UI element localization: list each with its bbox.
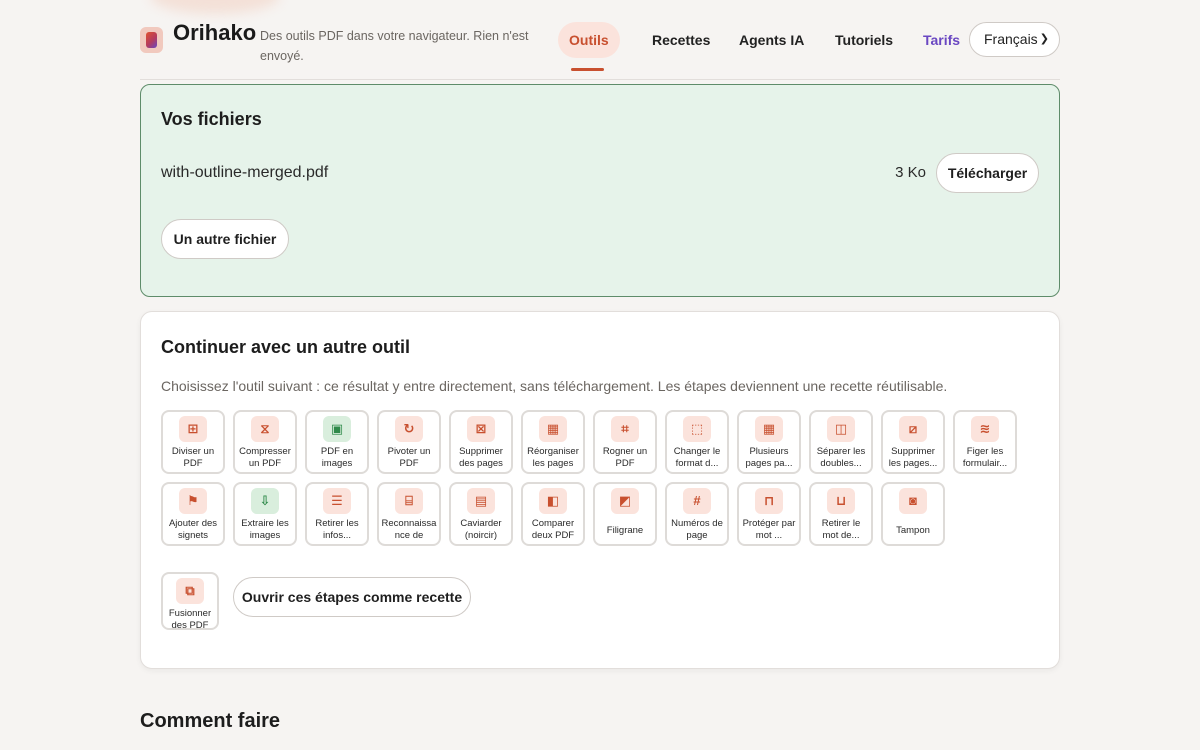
tool-tile[interactable]: # Numéros de page bbox=[665, 482, 729, 546]
tool-label: Réorganiser les pages bbox=[527, 446, 579, 469]
tool-tile[interactable]: ⊔ Retirer le mot de... bbox=[809, 482, 873, 546]
tool-tile[interactable]: ⇩ Extraire les images bbox=[233, 482, 297, 546]
files-panel: Vos fichiers with-outline-merged.pdf 3 K… bbox=[140, 84, 1060, 297]
resize-icon: ⬚ bbox=[683, 416, 711, 442]
tool-tile[interactable]: ⊓ Protéger par mot ... bbox=[737, 482, 801, 546]
tool-label: Extraire les images bbox=[241, 518, 289, 541]
tool-label: Reconnaissance de texte... bbox=[381, 518, 437, 541]
merge-icon: ⧉ bbox=[176, 578, 204, 604]
lock-icon: ⊓ bbox=[755, 488, 783, 514]
crop-icon: ⌗ bbox=[611, 416, 639, 442]
unlock-icon: ⊔ bbox=[827, 488, 855, 514]
tool-tile[interactable]: ⌗ Rogner un PDF bbox=[593, 410, 657, 474]
tool-tile[interactable]: ⧉ Fusionner des PDF bbox=[161, 572, 219, 630]
files-title: Vos fichiers bbox=[161, 109, 262, 129]
flatten-icon: ≋ bbox=[971, 416, 999, 442]
tool-label: Compresser un PDF bbox=[239, 446, 291, 469]
tool-tile[interactable]: ⊠ Supprimer des pages bbox=[449, 410, 513, 474]
tool-tile[interactable]: ⌸ Reconnaissance de texte... bbox=[377, 482, 441, 546]
tool-label: Numéros de page bbox=[671, 518, 723, 541]
tool-label: Supprimer des pages bbox=[459, 446, 503, 469]
tool-tile[interactable]: ▤ Caviarder (noircir) bbox=[449, 482, 513, 546]
tool-label: Retirer le mot de... bbox=[821, 518, 861, 541]
compare-icon: ◧ bbox=[539, 488, 567, 514]
tool-label: Plusieurs pages pa... bbox=[745, 446, 793, 469]
tool-tile[interactable]: ☰ Retirer les infos... bbox=[305, 482, 369, 546]
language-value: Français bbox=[984, 31, 1038, 47]
nav-active-indicator bbox=[571, 68, 604, 71]
split-icon: ⊞ bbox=[179, 416, 207, 442]
tool-label: Caviarder (noircir) bbox=[460, 518, 502, 541]
tool-tile[interactable]: ▦ Plusieurs pages pa... bbox=[737, 410, 801, 474]
tool-label: Retirer les infos... bbox=[315, 518, 359, 541]
tools-description: Choisissez l'outil suivant : ce résultat… bbox=[161, 378, 948, 394]
logo-icon[interactable] bbox=[140, 27, 163, 53]
n-up-icon: ▦ bbox=[755, 416, 783, 442]
remove-blank-icon: ⧄ bbox=[899, 416, 927, 442]
rotate-icon: ↻ bbox=[395, 416, 423, 442]
tool-label: Fusionner des PDF bbox=[168, 608, 212, 630]
ocr-icon: ⌸ bbox=[395, 488, 423, 514]
compress-icon: ⧖ bbox=[251, 416, 279, 442]
tool-label: Changer le format d... bbox=[673, 446, 721, 469]
tool-tile[interactable]: ◧ Comparer deux PDF bbox=[521, 482, 585, 546]
redact-icon: ▤ bbox=[467, 488, 495, 514]
tool-label: Comparer deux PDF bbox=[531, 518, 575, 541]
metadata-icon: ☰ bbox=[323, 488, 351, 514]
split-spreads-icon: ◫ bbox=[827, 416, 855, 442]
tool-tile[interactable]: ⧖ Compresser un PDF bbox=[233, 410, 297, 474]
tool-label: Supprimer les pages... bbox=[888, 446, 938, 469]
tool-tile[interactable]: ↻ Pivoter un PDF bbox=[377, 410, 441, 474]
download-button[interactable]: Télécharger bbox=[936, 153, 1039, 193]
language-select[interactable]: Français ❯ bbox=[969, 22, 1060, 57]
tool-label: Protéger par mot ... bbox=[742, 518, 796, 541]
extract-images-icon: ⇩ bbox=[251, 488, 279, 514]
tool-label: PDF en images bbox=[320, 446, 354, 469]
tool-label: Figer les formulair... bbox=[962, 446, 1008, 469]
nav-recipes[interactable]: Recettes bbox=[641, 22, 721, 58]
tool-tile[interactable]: ⊞ Diviser un PDF bbox=[161, 410, 225, 474]
reorder-icon: ▦ bbox=[539, 416, 567, 442]
tool-label: Filigrane bbox=[606, 525, 644, 536]
tool-tile[interactable]: ▦ Réorganiser les pages bbox=[521, 410, 585, 474]
stamp-icon: ◙ bbox=[899, 488, 927, 514]
page-numbers-icon: # bbox=[683, 488, 711, 514]
tool-label: Séparer les doubles... bbox=[816, 446, 866, 469]
open-recipe-button[interactable]: Ouvrir ces étapes comme recette bbox=[233, 577, 471, 617]
tool-tile[interactable]: ◙ Tampon bbox=[881, 482, 945, 546]
tools-panel: Continuer avec un autre outil Choisissez… bbox=[140, 311, 1060, 669]
tool-label: Ajouter des signets bbox=[168, 518, 218, 541]
howto-title: Comment faire bbox=[140, 710, 281, 732]
pdf-to-images-icon: ▣ bbox=[323, 416, 351, 442]
delete-pages-icon: ⊠ bbox=[467, 416, 495, 442]
watermark-icon: ◩ bbox=[611, 488, 639, 514]
tool-tile[interactable]: ◩ Filigrane bbox=[593, 482, 657, 546]
tool-tile[interactable]: ⬚ Changer le format d... bbox=[665, 410, 729, 474]
nav-tools[interactable]: Outils bbox=[558, 22, 620, 58]
file-size: 3 Ko bbox=[895, 164, 926, 181]
tool-tile[interactable]: ⧄ Supprimer les pages... bbox=[881, 410, 945, 474]
chevron-down-icon: ❯ bbox=[1039, 33, 1049, 45]
tool-tile[interactable]: ⚑ Ajouter des signets bbox=[161, 482, 225, 546]
bookmark-icon: ⚑ bbox=[179, 488, 207, 514]
tool-label: Tampon bbox=[896, 525, 930, 536]
tool-tile[interactable]: ◫ Séparer les doubles... bbox=[809, 410, 873, 474]
tool-label: Pivoter un PDF bbox=[387, 446, 431, 469]
site-header: Orihako Des outils PDF dans votre naviga… bbox=[140, 0, 1060, 80]
tagline: Des outils PDF dans votre navigateur. Ri… bbox=[260, 29, 529, 63]
file-name: with-outline-merged.pdf bbox=[161, 164, 329, 181]
tool-tile[interactable]: ≋ Figer les formulair... bbox=[953, 410, 1017, 474]
nav-pricing[interactable]: Tarifs bbox=[912, 22, 971, 58]
nav-ai-agents[interactable]: Agents IA bbox=[728, 22, 815, 58]
nav-tutorials[interactable]: Tutoriels bbox=[824, 22, 904, 58]
brand-name[interactable]: Orihako bbox=[173, 20, 256, 46]
tool-label: Diviser un PDF bbox=[171, 446, 215, 469]
tool-tile[interactable]: ▣ PDF en images bbox=[305, 410, 369, 474]
tool-label: Rogner un PDF bbox=[602, 446, 648, 469]
another-file-button[interactable]: Un autre fichier bbox=[161, 219, 289, 259]
tools-title: Continuer avec un autre outil bbox=[161, 337, 411, 357]
